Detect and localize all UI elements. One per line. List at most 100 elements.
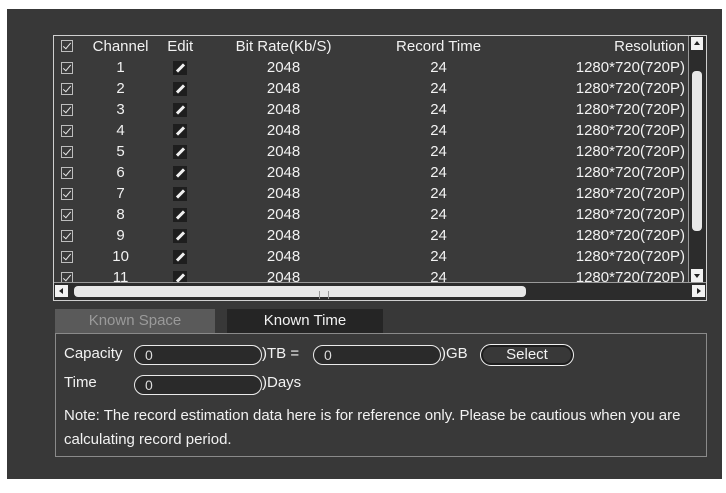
row-checkbox[interactable] [60, 103, 73, 116]
channel-cell: 1 [116, 59, 125, 76]
estimation-note: Note: The record estimation data here is… [64, 407, 681, 448]
resolution-cell: 1280*720(720P) [575, 122, 686, 139]
edit-pencil-icon[interactable] [173, 144, 188, 159]
bitrate-cell: 2048 [266, 206, 301, 223]
row-checkbox-cell [54, 82, 80, 95]
row-checkbox[interactable] [60, 145, 73, 158]
scroll-up-icon[interactable] [691, 37, 703, 50]
resolution-cell: 1280*720(720P) [575, 164, 686, 181]
table-row[interactable]: 8 2048 24 1280*720(720P) [54, 204, 689, 225]
record-time-cell: 24 [430, 59, 447, 76]
record-time-cell: 24 [430, 248, 447, 265]
resolution-cell: 1280*720(720P) [575, 269, 686, 283]
table-row[interactable]: 10 2048 24 1280*720(720P) [54, 246, 689, 267]
row-checkbox-cell [54, 124, 80, 137]
record-time-cell: 24 [430, 206, 447, 223]
record-time-cell: 24 [430, 227, 447, 244]
edit-cell [161, 207, 199, 222]
edit-pencil-icon[interactable] [173, 207, 188, 222]
edit-cell [161, 144, 199, 159]
horizontal-scrollbar[interactable] [54, 282, 706, 300]
time-field[interactable] [134, 375, 262, 395]
row-checkbox[interactable] [60, 166, 73, 179]
resolution-cell: 1280*720(720P) [575, 59, 686, 76]
calculation-box: Capacity )TB = )GB Select Time )Days Not… [55, 333, 707, 457]
channel-cell: 4 [116, 122, 125, 139]
edit-pencil-icon[interactable] [173, 249, 188, 264]
resolution-cell: 1280*720(720P) [575, 143, 686, 160]
gb-label: )GB [441, 345, 468, 362]
bitrate-cell: 2048 [266, 227, 301, 244]
calc-mode-tabs: Known Space Known Time [55, 309, 383, 333]
table-row[interactable]: 7 2048 24 1280*720(720P) [54, 183, 689, 204]
row-checkbox[interactable] [60, 61, 73, 74]
bitrate-cell: 2048 [266, 269, 301, 283]
row-checkbox-cell [54, 250, 80, 263]
days-label: )Days [262, 374, 302, 391]
row-checkbox-cell [54, 145, 80, 158]
edit-pencil-icon[interactable] [173, 102, 188, 117]
channel-cell: 11 [112, 269, 129, 283]
resolution-cell: 1280*720(720P) [575, 80, 686, 97]
resolution-cell: 1280*720(720P) [575, 185, 686, 202]
scroll-left-icon[interactable] [55, 285, 68, 297]
edit-pencil-icon[interactable] [173, 186, 188, 201]
edit-pencil-icon[interactable] [173, 123, 188, 138]
row-checkbox[interactable] [60, 208, 73, 221]
row-checkbox-cell [54, 103, 80, 116]
edit-cell [161, 186, 199, 201]
table-row[interactable]: 3 2048 24 1280*720(720P) [54, 99, 689, 120]
scroll-down-icon[interactable] [691, 269, 703, 282]
scroll-right-icon[interactable] [692, 285, 705, 297]
edit-pencil-icon[interactable] [173, 165, 188, 180]
channel-cell: 9 [116, 227, 125, 244]
channel-cell: 7 [116, 185, 125, 202]
vertical-scrollbar[interactable] [688, 36, 706, 283]
header-channel: Channel [92, 37, 149, 55]
row-checkbox-cell [54, 208, 80, 221]
edit-pencil-icon[interactable] [173, 60, 188, 75]
horizontal-scroll-thumb[interactable] [74, 286, 526, 299]
resolution-cell: 1280*720(720P) [575, 227, 686, 244]
bitrate-cell: 2048 [266, 164, 301, 181]
record-time-cell: 24 [430, 164, 447, 181]
table-row[interactable]: 5 2048 24 1280*720(720P) [54, 141, 689, 162]
table-row[interactable]: 4 2048 24 1280*720(720P) [54, 120, 689, 141]
row-checkbox[interactable] [60, 124, 73, 137]
edit-cell [161, 123, 199, 138]
record-time-cell: 24 [430, 101, 447, 118]
table-header: Channel Edit Bit Rate(Kb/S) Record Time … [54, 36, 689, 56]
capacity-label: Capacity [64, 345, 123, 362]
table-row[interactable]: 11 2048 24 1280*720(720P) [54, 267, 689, 283]
gb-field[interactable] [313, 345, 441, 365]
table-row[interactable]: 1 2048 24 1280*720(720P) [54, 57, 689, 78]
tab-known-time[interactable]: Known Time [227, 309, 383, 333]
select-all-checkbox[interactable] [60, 40, 73, 52]
header-bitrate: Bit Rate(Kb/S) [235, 37, 332, 55]
tab-known-space[interactable]: Known Space [55, 309, 215, 333]
row-checkbox[interactable] [60, 82, 73, 95]
record-time-cell: 24 [430, 122, 447, 139]
capacity-field[interactable] [134, 345, 262, 365]
row-checkbox[interactable] [60, 250, 73, 263]
bitrate-cell: 2048 [266, 59, 301, 76]
edit-cell [161, 228, 199, 243]
row-checkbox[interactable] [60, 187, 73, 200]
resolution-cell: 1280*720(720P) [575, 248, 686, 265]
edit-cell [161, 165, 199, 180]
row-checkbox[interactable] [60, 229, 73, 242]
bitrate-cell: 2048 [266, 185, 301, 202]
vertical-scroll-thumb[interactable] [692, 71, 702, 231]
bitrate-cell: 2048 [266, 143, 301, 160]
table-row[interactable]: 9 2048 24 1280*720(720P) [54, 225, 689, 246]
edit-pencil-icon[interactable] [173, 81, 188, 96]
select-button[interactable]: Select [480, 344, 574, 366]
table-row[interactable]: 6 2048 24 1280*720(720P) [54, 162, 689, 183]
scroll-grip-icon [319, 291, 329, 299]
edit-pencil-icon[interactable] [173, 228, 188, 243]
table-row[interactable]: 2 2048 24 1280*720(720P) [54, 78, 689, 99]
select-all-cell [54, 40, 80, 52]
bitrate-cell: 2048 [266, 248, 301, 265]
row-checkbox-cell [54, 61, 80, 74]
header-record-time: Record Time [396, 37, 482, 55]
